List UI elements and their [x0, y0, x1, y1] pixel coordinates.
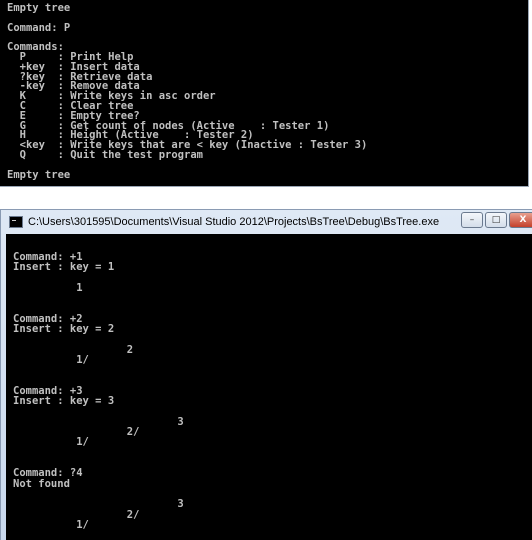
maximize-button[interactable]: □	[485, 212, 507, 228]
console-line: Insert : key = 3	[13, 395, 115, 408]
console-line: Empty tree	[7, 2, 71, 14]
console-line: Insert : key = 2	[13, 323, 115, 336]
console-app-icon	[9, 216, 23, 228]
minimize-button[interactable]: –	[461, 212, 483, 228]
console-line: 1/	[13, 354, 89, 366]
window-title: C:\Users\301595\Documents\Visual Studio …	[28, 216, 440, 228]
console-line: 1/	[13, 518, 89, 531]
console-output-top: Empty tree Command: P Commands: P : Print …	[0, 0, 529, 187]
console-output-bottom: Command: +1 Insert : key = 1 1 Command: +2…	[6, 234, 532, 540]
console-line: 1/	[13, 436, 89, 449]
console-line: 1	[13, 281, 83, 294]
title-bar[interactable]: C:\Users\301595\Documents\Visual Studio …	[1, 210, 532, 234]
console-line: Empty tree	[7, 168, 71, 181]
console-line: Not found	[13, 477, 70, 490]
close-button[interactable]: X	[509, 212, 532, 228]
console-window: C:\Users\301595\Documents\Visual Studio …	[0, 209, 532, 540]
console-line: Q : Quit the test program	[7, 149, 203, 161]
console-line: Command: P	[7, 21, 71, 34]
console-line: Insert : key = 1	[13, 261, 115, 274]
